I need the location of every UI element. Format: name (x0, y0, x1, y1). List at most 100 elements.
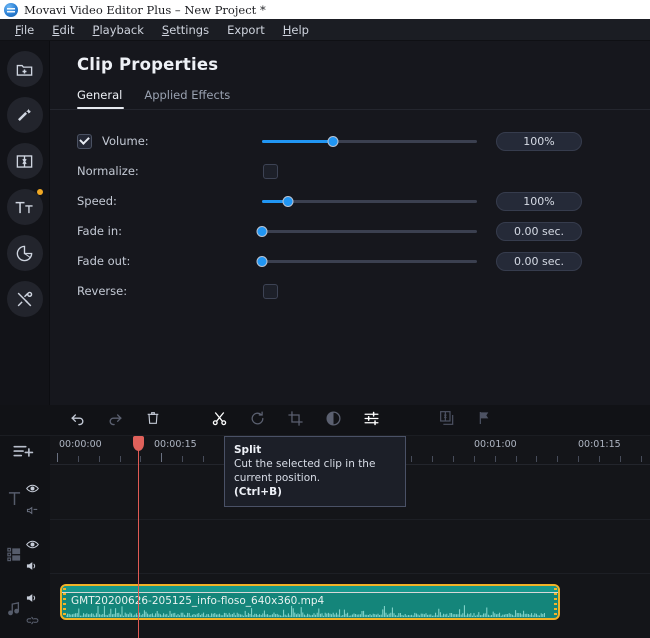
slider-fill (262, 139, 333, 143)
timeline-body: 00:00:00 00:00:15 00:01:00 00:01:15 00:0… (0, 436, 650, 638)
link-broken-icon[interactable] (26, 610, 39, 629)
transition-button[interactable] (428, 406, 466, 434)
transition-icon (15, 152, 34, 171)
video-track-header[interactable] (0, 534, 50, 575)
ruler-tick (202, 456, 204, 462)
tools-button[interactable] (6, 281, 43, 317)
volume-checkbox[interactable] (77, 133, 92, 149)
redo-button[interactable] (96, 406, 134, 434)
volume-label: Volume: (102, 134, 149, 148)
undo-button[interactable] (58, 406, 96, 434)
lane-divider (50, 573, 650, 574)
speaker-icon[interactable] (26, 556, 39, 575)
title-track-header[interactable] (0, 478, 50, 519)
tab-general[interactable]: General (77, 88, 122, 109)
titles-tt-icon (14, 198, 35, 217)
color-adjust-button[interactable] (314, 406, 352, 434)
fade-out-label-group: Fade out: (77, 254, 262, 268)
eye-icon[interactable] (26, 478, 39, 497)
rotate-button[interactable] (238, 406, 276, 434)
page-title: Clip Properties (77, 55, 219, 74)
import-media-button[interactable] (6, 51, 43, 87)
fade-in-value[interactable]: 0.00 sec. (496, 221, 582, 241)
fade-in-slider[interactable] (256, 224, 477, 238)
delete-button[interactable] (134, 406, 172, 434)
split-button[interactable] (200, 406, 238, 434)
ruler-tick (182, 456, 183, 462)
filters-button[interactable] (6, 97, 43, 133)
more-tools-button[interactable] (352, 406, 390, 434)
row-fade-out: Fade out: 0.00 sec. (77, 246, 630, 276)
ruler-tick (57, 453, 58, 462)
speaker-icon[interactable] (26, 588, 39, 607)
reverse-label: Reverse: (77, 284, 128, 298)
slider-knob[interactable] (256, 225, 268, 237)
reverse-checkbox[interactable] (263, 283, 278, 299)
marker-button[interactable] (466, 406, 504, 434)
crop-button[interactable] (276, 406, 314, 434)
audio-track-header[interactable] (0, 588, 50, 629)
ruler-tick (578, 456, 579, 462)
timeline-clip[interactable]: GMT20200626-205125_info-floso_640x360.mp… (60, 584, 560, 620)
menu-help[interactable]: Help (274, 21, 318, 39)
titles-button[interactable] (6, 189, 43, 225)
menu-export[interactable]: Export (218, 21, 274, 39)
slider-knob[interactable] (282, 195, 294, 207)
ruler-tick (536, 456, 538, 462)
folder-plus-icon (15, 60, 34, 79)
speed-value[interactable]: 100% (496, 191, 582, 211)
ruler-label: 00:01:00 (474, 439, 517, 450)
volume-value[interactable]: 100% (496, 131, 582, 151)
color-contrast-icon (325, 410, 342, 431)
ruler-tick (494, 456, 496, 462)
menu-playback[interactable]: Playback (84, 21, 153, 39)
slider-knob[interactable] (256, 255, 268, 267)
ruler-tick (515, 456, 517, 462)
playhead[interactable] (133, 436, 144, 638)
ruler-tick (98, 456, 100, 462)
transition-square-icon (439, 410, 455, 430)
audio-track-toggles (26, 588, 39, 629)
menu-settings[interactable]: Settings (153, 21, 218, 39)
normalize-checkbox[interactable] (263, 163, 278, 179)
timeline-tracks-area[interactable]: 00:00:00 00:00:15 00:01:00 00:01:15 00:0… (50, 436, 650, 638)
row-speed: Speed: 100% (77, 186, 630, 216)
stickers-button[interactable] (6, 235, 43, 271)
fade-out-value[interactable]: 0.00 sec. (496, 251, 582, 271)
crop-icon (287, 410, 304, 431)
tooltip-title: Split (234, 444, 262, 456)
video-track-toggles (26, 534, 39, 575)
row-normalize: Normalize: (77, 156, 630, 186)
menu-file[interactable]: File (6, 21, 43, 39)
ruler-tick (411, 456, 413, 462)
ruler-tick (161, 453, 163, 462)
ruler-tick (640, 456, 642, 462)
properties-tabs: General Applied Effects (77, 88, 630, 109)
transitions-button[interactable] (6, 143, 43, 179)
playhead-handle[interactable] (133, 436, 144, 451)
fade-out-slider[interactable] (256, 254, 477, 268)
speed-slider[interactable] (262, 194, 477, 208)
speed-label: Speed: (77, 194, 117, 208)
eye-icon[interactable] (26, 534, 39, 553)
reverse-label-group: Reverse: (77, 284, 262, 298)
ruler-tick (140, 456, 142, 462)
window-title: Movavi Video Editor Plus – New Project * (24, 2, 266, 17)
ruler-label: 00:01:15 (578, 439, 621, 450)
magic-wand-icon (15, 106, 34, 125)
volume-slider[interactable] (262, 134, 477, 148)
mute-icon[interactable] (26, 500, 39, 519)
title-track-toggles (26, 478, 39, 519)
title-t-icon (5, 491, 23, 506)
tab-applied-effects[interactable]: Applied Effects (144, 88, 230, 109)
add-track-button[interactable] (13, 444, 35, 464)
slider-knob[interactable] (327, 135, 339, 147)
ruler-label: 00:00:15 (154, 439, 197, 450)
properties-rows: Volume: 100% Normalize: Speed: 100% Fade… (77, 126, 630, 306)
clip-top-strip (62, 586, 558, 593)
lane-divider (50, 519, 650, 520)
row-reverse: Reverse: (77, 276, 630, 306)
flag-icon (477, 410, 493, 430)
clip-right-handle[interactable] (554, 588, 557, 616)
menu-edit[interactable]: Edit (43, 21, 83, 39)
